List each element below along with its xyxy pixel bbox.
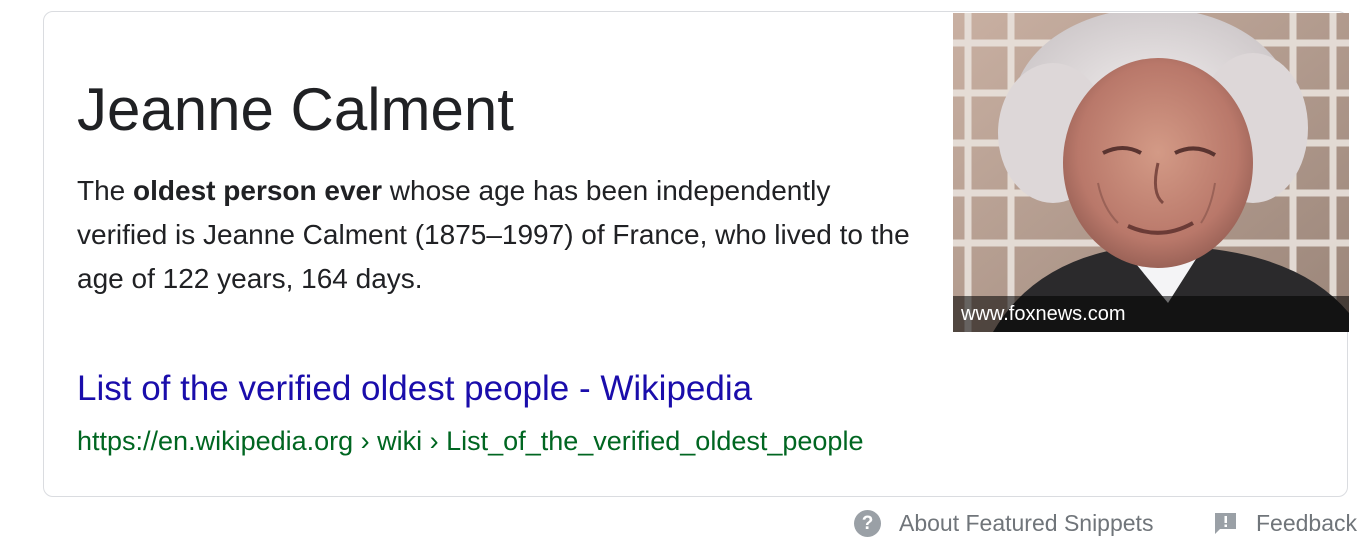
snippet-description: The oldest person ever whose age has bee… xyxy=(77,169,917,301)
description-prefix: The xyxy=(77,175,134,206)
feedback-link[interactable]: Feedback xyxy=(1213,505,1357,541)
result-title-link[interactable]: List of the verified oldest people - Wik… xyxy=(77,367,752,411)
about-featured-snippets[interactable]: ? About Featured Snippets xyxy=(854,505,1153,541)
featured-snippet-card: Jeanne Calment The oldest person ever wh… xyxy=(43,11,1349,497)
snippet-title: Jeanne Calment xyxy=(77,76,514,143)
feedback-flag-icon[interactable] xyxy=(1213,512,1238,535)
portrait-image xyxy=(953,13,1349,332)
about-featured-snippets-label[interactable]: About Featured Snippets xyxy=(899,510,1153,537)
question-circle-icon[interactable]: ? xyxy=(854,509,881,537)
image-source-label[interactable]: www.foxnews.com xyxy=(953,296,1349,332)
snippet-thumbnail[interactable]: www.foxnews.com xyxy=(953,13,1349,332)
result-url-breadcrumb: https://en.wikipedia.org › wiki › List_o… xyxy=(77,426,864,456)
feedback-label[interactable]: Feedback xyxy=(1256,510,1357,537)
description-bold: oldest person ever xyxy=(133,175,383,206)
